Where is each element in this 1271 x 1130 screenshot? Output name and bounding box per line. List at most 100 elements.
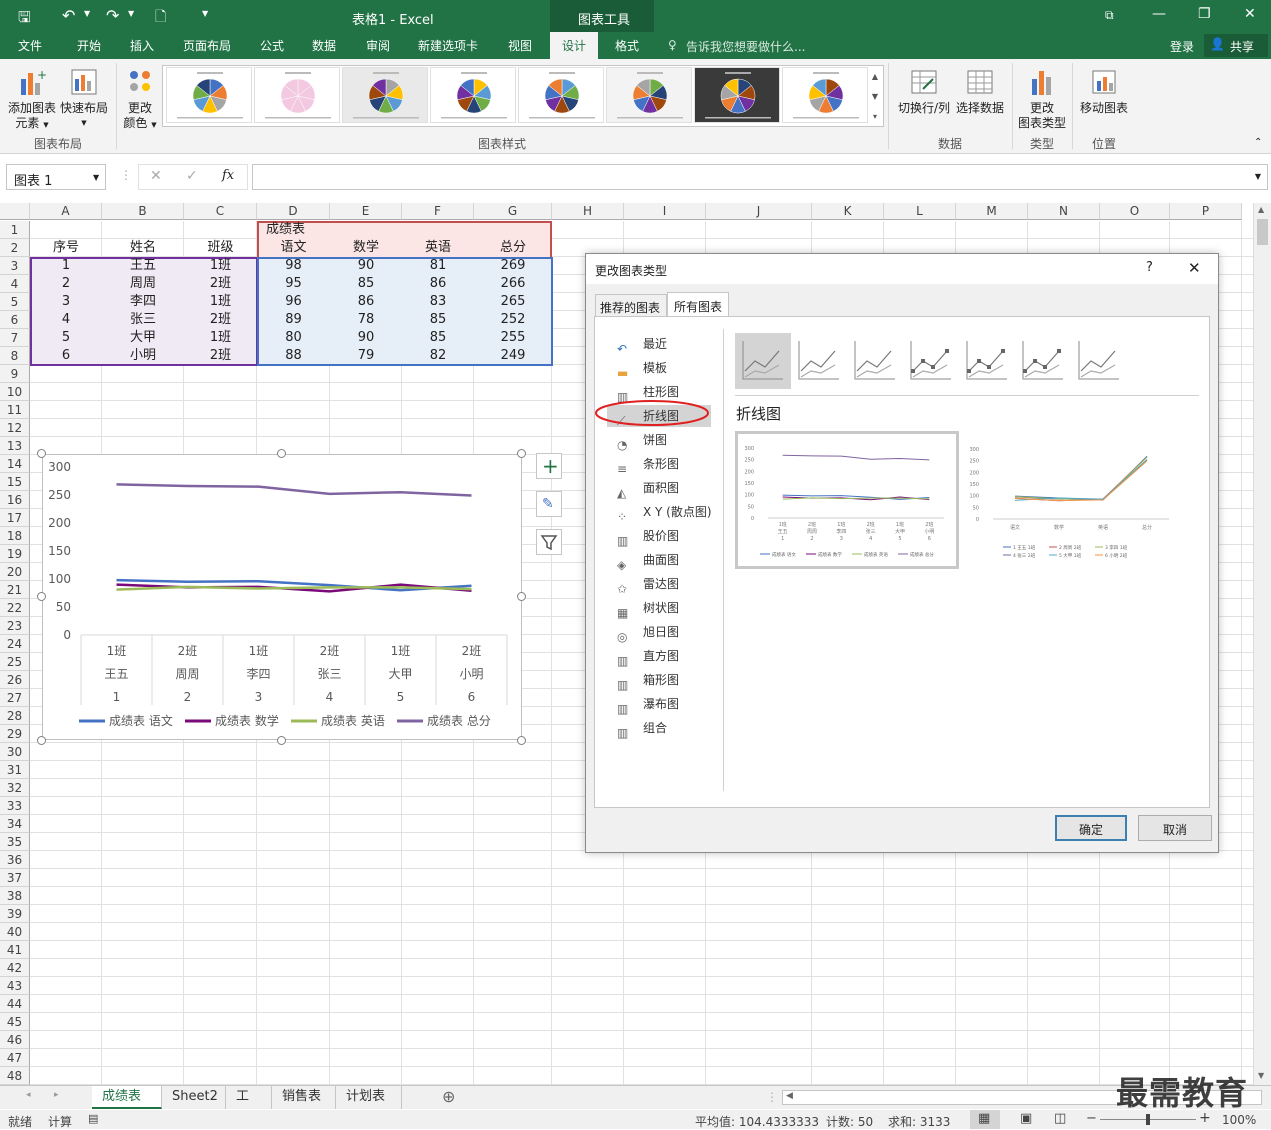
cancel-entry-icon[interactable]: ✕ <box>150 168 162 184</box>
cat-sunburst[interactable]: ◎ 旭日图 <box>617 621 679 644</box>
resize-handle[interactable] <box>37 736 46 745</box>
cat-surface[interactable]: ◈ 曲面图 <box>617 549 679 572</box>
tab-review[interactable]: 审阅 <box>366 37 390 54</box>
row-header[interactable]: 16 <box>0 491 30 509</box>
restore-button[interactable]: ❐ <box>1198 6 1211 22</box>
chart-style-option[interactable] <box>782 67 868 123</box>
table-cell[interactable]: 1班 <box>184 293 257 311</box>
row-header[interactable]: 14 <box>0 455 30 473</box>
header-cell[interactable]: 班级 <box>184 239 257 257</box>
row-header[interactable]: 17 <box>0 509 30 527</box>
zoom-thumb[interactable] <box>1146 1114 1150 1125</box>
move-chart-button[interactable]: 移动图表 <box>1074 67 1134 116</box>
vertical-scrollbar[interactable]: ▲ ▼ <box>1253 203 1271 1085</box>
insert-function-icon[interactable]: fx <box>222 168 234 183</box>
row-header[interactable]: 24 <box>0 635 30 653</box>
chart-style-option[interactable] <box>606 67 692 123</box>
row-header[interactable]: 23 <box>0 617 30 635</box>
new-doc-icon[interactable]: 🗋 <box>155 6 166 30</box>
select-data-button[interactable]: 选择数据 <box>954 67 1006 116</box>
table-cell[interactable]: 88 <box>257 347 330 365</box>
tab-page-layout[interactable]: 页面布局 <box>183 37 231 54</box>
row-header[interactable]: 44 <box>0 995 30 1013</box>
merged-title-cell[interactable]: 成绩表 <box>257 221 407 239</box>
header-cell[interactable]: 语文 <box>257 239 330 257</box>
sheet-tab[interactable]: 工资 <box>226 1086 272 1126</box>
row-header[interactable]: 40 <box>0 923 30 941</box>
cat-histogram[interactable]: ▥ 直方图 <box>617 645 679 668</box>
table-cell[interactable]: 81 <box>402 257 474 275</box>
row-header[interactable]: 36 <box>0 851 30 869</box>
row-header[interactable]: 25 <box>0 653 30 671</box>
row-header[interactable]: 30 <box>0 743 30 761</box>
add-sheet-icon[interactable]: ⊕ <box>442 1087 455 1106</box>
row-header[interactable]: 8 <box>0 347 30 365</box>
column-header[interactable]: H <box>552 203 624 220</box>
undo-icon[interactable]: ↶ <box>62 6 75 25</box>
table-cell[interactable]: 2班 <box>184 275 257 293</box>
row-header[interactable]: 10 <box>0 383 30 401</box>
table-cell[interactable]: 85 <box>402 311 474 329</box>
row-header[interactable]: 35 <box>0 833 30 851</box>
row-header[interactable]: 28 <box>0 707 30 725</box>
table-cell[interactable]: 3 <box>30 293 102 311</box>
sheet-tab[interactable]: Sheet2 <box>162 1086 226 1109</box>
change-chart-type-button[interactable]: 更改 图表类型 <box>1014 67 1070 131</box>
table-cell[interactable]: 82 <box>402 347 474 365</box>
table-cell[interactable]: 5 <box>30 329 102 347</box>
chart-style-option[interactable] <box>166 67 252 123</box>
table-cell[interactable]: 269 <box>474 257 552 275</box>
row-header[interactable]: 2 <box>0 239 30 257</box>
cat-xy-scatter[interactable]: ⁘ X Y (散点图) <box>617 501 712 524</box>
line-subtype-3d[interactable] <box>1075 337 1123 385</box>
table-cell[interactable]: 6 <box>30 347 102 365</box>
cat-box-whisker[interactable]: ▥ 箱形图 <box>617 669 679 692</box>
next-sheet-icon[interactable]: ▸ <box>54 1090 59 1100</box>
row-header[interactable]: 47 <box>0 1049 30 1067</box>
name-box[interactable]: 图表 1 ▼ <box>6 164 106 190</box>
minimize-button[interactable]: — <box>1152 6 1166 22</box>
header-cell[interactable]: 总分 <box>474 239 552 257</box>
sheet-tab[interactable]: 计划表 <box>336 1086 402 1109</box>
table-cell[interactable]: 252 <box>474 311 552 329</box>
row-header[interactable]: 3 <box>0 257 30 275</box>
column-header[interactable]: G <box>474 203 552 220</box>
row-header[interactable]: 15 <box>0 473 30 491</box>
line-subtype-100-stacked[interactable] <box>851 337 899 385</box>
line-subtype-markers[interactable] <box>907 337 955 385</box>
tab-recommended-charts[interactable]: 推荐的图表 <box>595 294 667 316</box>
tab-all-charts[interactable]: 所有图表 <box>667 292 729 317</box>
chart-style-option[interactable] <box>694 67 780 123</box>
tab-format[interactable]: 格式 <box>615 37 639 54</box>
table-cell[interactable]: 80 <box>257 329 330 347</box>
tab-formulas[interactable]: 公式 <box>260 37 284 54</box>
cat-recent[interactable]: ↶ 最近 <box>617 333 667 356</box>
column-header[interactable]: D <box>257 203 330 220</box>
resize-handle[interactable] <box>277 736 286 745</box>
row-header[interactable]: 1 <box>0 221 30 239</box>
tab-view[interactable]: 视图 <box>508 37 532 54</box>
cat-treemap[interactable]: ▦ 树状图 <box>617 597 679 620</box>
share-button[interactable]: 👤 共享 <box>1204 34 1268 57</box>
cat-templates[interactable]: ▬ 模板 <box>617 357 667 380</box>
row-header[interactable]: 11 <box>0 401 30 419</box>
row-header[interactable]: 38 <box>0 887 30 905</box>
redo-icon[interactable]: ↷ <box>106 6 119 25</box>
chart-style-option[interactable] <box>518 67 604 123</box>
cat-waterfall[interactable]: ▥ 瀑布图 <box>617 693 679 716</box>
table-cell[interactable]: 1班 <box>184 257 257 275</box>
table-cell[interactable]: 张三 <box>102 311 184 329</box>
table-cell[interactable]: 95 <box>257 275 330 293</box>
column-header[interactable]: E <box>330 203 402 220</box>
header-cell[interactable]: 姓名 <box>102 239 184 257</box>
header-cell[interactable]: 数学 <box>330 239 402 257</box>
redo-dropdown-icon[interactable]: ▼ <box>128 9 134 18</box>
zoom-out-icon[interactable]: − <box>1086 1111 1097 1126</box>
chart-styles-button[interactable]: ✎ <box>536 491 562 517</box>
preview-line-switched[interactable]: 300 250 200 150 100 50 0 语文 数学 英语 总分 1 王五 1班 2 周周 2班… <box>963 435 1181 567</box>
save-icon[interactable]: 🖫 <box>18 7 31 32</box>
row-header[interactable]: 27 <box>0 689 30 707</box>
sheet-tab[interactable]: 成绩表 <box>92 1086 162 1109</box>
row-header[interactable]: 13 <box>0 437 30 455</box>
line-subtype-stacked[interactable] <box>795 337 843 385</box>
